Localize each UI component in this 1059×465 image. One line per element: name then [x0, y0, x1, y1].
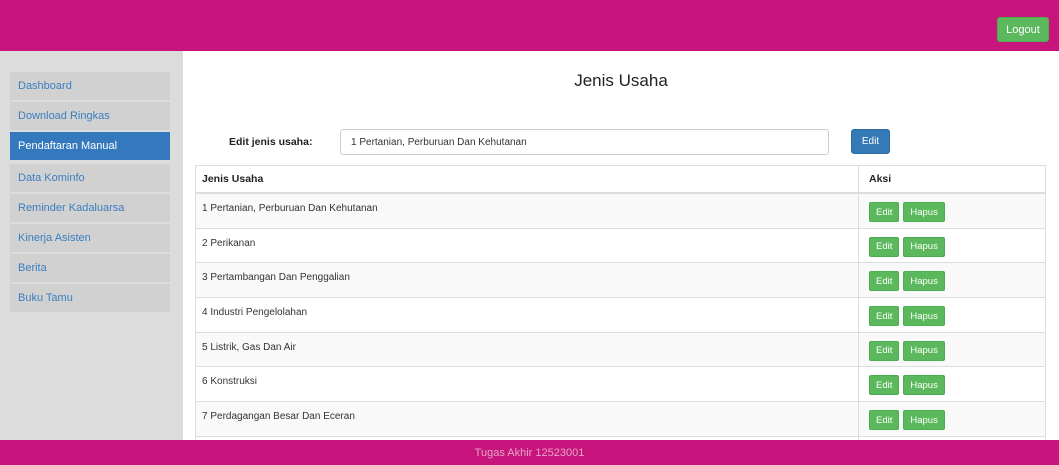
table-header: Jenis Usaha Aksi [196, 166, 1045, 194]
top-navbar: Logout [0, 0, 1059, 51]
table-row: 3 Pertambangan Dan Penggalian Edit Hapus [196, 263, 1045, 299]
footer-text: Tugas Akhir 12523001 [474, 446, 585, 459]
sidebar-item-download-ringkas[interactable]: Download Ringkas [10, 102, 170, 130]
edit-jenis-usaha-label: Edit jenis usaha: [229, 136, 313, 148]
sidebar-item-kinerja-asisten[interactable]: Kinerja Asisten [10, 224, 170, 252]
jenis-usaha-cell: 5 Listrik, Gas Dan Air [202, 341, 296, 353]
table-row: 6 Konstruksi Edit Hapus [196, 367, 1045, 403]
row-edit-button[interactable]: Edit [869, 236, 900, 257]
sidebar-item-pendaftaran-manual[interactable]: Pendaftaran Manual [10, 132, 170, 160]
table-row: 2 Perikanan Edit Hapus [196, 228, 1045, 264]
sidebar-item-buku-tamu[interactable]: Buku Tamu [10, 284, 170, 312]
jenis-usaha-cell: 4 Industri Pengelolahan [202, 307, 308, 319]
row-edit-button[interactable]: Edit [869, 202, 900, 222]
main-content: Jenis Usaha Edit jenis usaha: Edit Jenis… [183, 51, 1059, 440]
table-row: 5 Listrik, Gas Dan Air Edit Hapus [196, 332, 1045, 368]
sidebar-item-data-kominfo[interactable]: Data Kominfo [10, 164, 170, 192]
row-edit-button[interactable]: Edit [869, 375, 900, 396]
footer: Tugas Akhir 12523001 [0, 440, 1059, 465]
sidebar-item-reminder-kadaluarsa[interactable]: Reminder Kadaluarsa [10, 194, 170, 222]
jenis-usaha-cell: 6 Konstruksi [202, 376, 258, 388]
row-edit-button[interactable]: Edit [869, 306, 900, 327]
jenis-usaha-cell: 2 Perikanan [202, 237, 256, 249]
table-row: 1 Pertanian, Perburuan Dan Kehutanan Edit… [196, 194, 1045, 229]
row-edit-button[interactable]: Edit [869, 410, 900, 431]
aksi-cell: EditHapus [858, 194, 1045, 228]
jenis-usaha-cell: 3 Pertambangan Dan Penggalian [202, 272, 350, 284]
sidebar: Dashboard Download Ringkas Pendaftaran M… [0, 51, 183, 440]
page-title: Jenis Usaha [574, 71, 668, 90]
aksi-cell: EditHapus [858, 332, 1045, 367]
aksi-cell: EditHapus [858, 228, 1045, 263]
edit-submit-button[interactable]: Edit [851, 129, 890, 154]
logout-button[interactable]: Logout [997, 17, 1049, 42]
column-header-aksi: Aksi [858, 166, 1045, 192]
row-edit-button[interactable]: Edit [869, 271, 900, 292]
row-edit-button[interactable]: Edit [869, 340, 900, 361]
jenis-usaha-cell: 7 Perdagangan Besar Dan Eceran [202, 411, 355, 423]
row-hapus-button[interactable]: Hapus [903, 306, 945, 327]
row-hapus-button[interactable]: Hapus [903, 375, 945, 396]
row-hapus-button[interactable]: Hapus [903, 410, 945, 431]
aksi-cell: EditHapus [858, 367, 1045, 402]
table-row: 4 Industri Pengelolahan Edit Hapus [196, 298, 1045, 333]
edit-jenis-usaha-input[interactable] [340, 129, 829, 155]
jenis-usaha-table: Jenis Usaha Aksi 1 Pertanian, Perburuan … [195, 165, 1046, 440]
aksi-cell: EditHapus [858, 298, 1045, 332]
sidebar-item-dashboard[interactable]: Dashboard [10, 72, 170, 100]
row-hapus-button[interactable]: Hapus [903, 271, 945, 292]
table-row: 7 Perdagangan Besar Dan Eceran Edit Hapus [196, 402, 1045, 437]
row-hapus-button[interactable]: Hapus [903, 236, 945, 257]
row-hapus-button[interactable]: Hapus [903, 202, 945, 222]
table-body: 1 Pertanian, Perburuan Dan Kehutanan Edit… [196, 194, 1045, 440]
row-hapus-button[interactable]: Hapus [903, 340, 945, 361]
aksi-cell: EditHapus [858, 402, 1045, 436]
aksi-cell: EditHapus [858, 263, 1045, 298]
jenis-usaha-cell: 1 Pertanian, Perburuan Dan Kehutanan [202, 203, 378, 214]
column-header-jenis-usaha: Jenis Usaha [202, 173, 264, 185]
sidebar-item-berita[interactable]: Berita [10, 254, 170, 282]
